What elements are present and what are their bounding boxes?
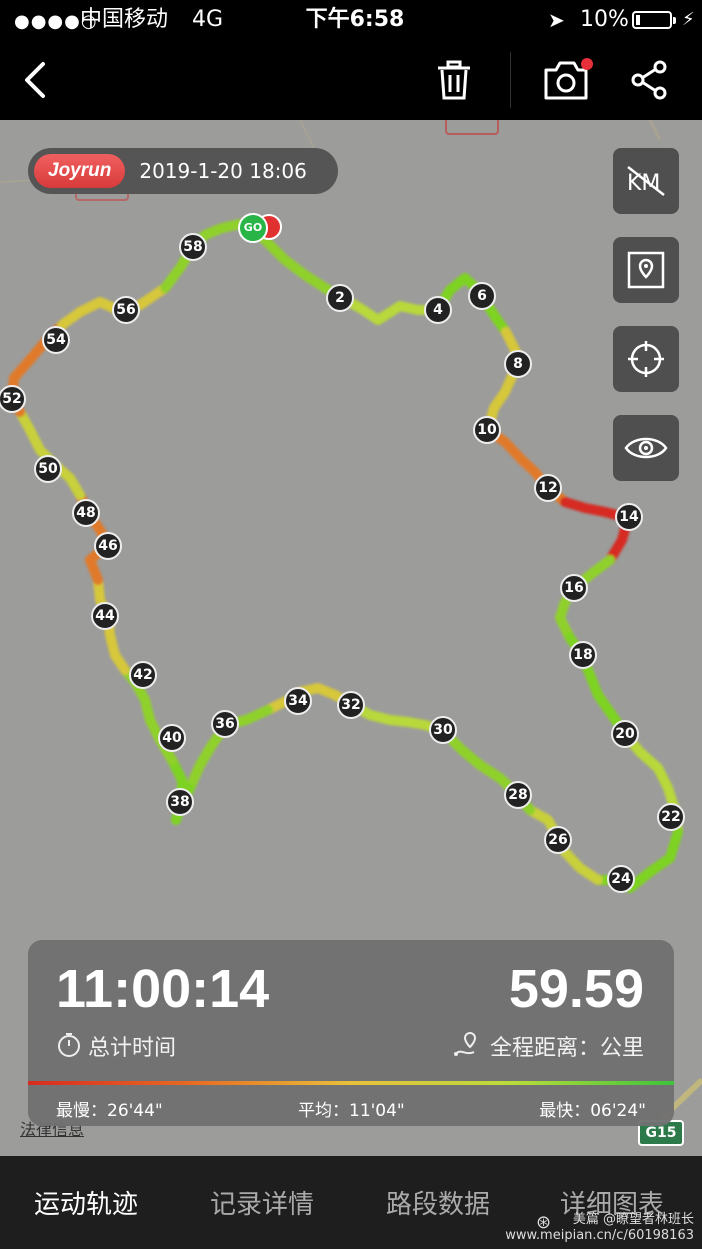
tab-track[interactable]: 运动轨迹 [34, 1184, 138, 1221]
km-marker: 54 [42, 326, 70, 354]
route-pin-icon [454, 1031, 477, 1056]
km-marker: 50 [34, 455, 62, 483]
km-marker: 46 [94, 532, 122, 560]
top-toolbar [0, 40, 702, 120]
share-icon [631, 60, 667, 100]
visibility-button[interactable] [613, 415, 679, 481]
km-marker: 12 [534, 474, 562, 502]
start-marker: GO [238, 213, 268, 243]
brand-logo: Joyrun [34, 154, 126, 188]
delete-button[interactable] [424, 50, 484, 110]
km-marker: 40 [158, 724, 186, 752]
camera-icon [544, 58, 593, 100]
route-segment [483, 327, 521, 435]
network-type: 4G [192, 7, 224, 32]
km-marker: 42 [129, 661, 157, 689]
watermark-line-2: www.meipian.cn/c/60198163 [505, 1228, 694, 1243]
km-marker: 14 [615, 503, 643, 531]
km-marker: 8 [504, 350, 532, 378]
locate-icon [628, 341, 664, 377]
km-marker: 44 [91, 602, 119, 630]
km-marker: 30 [429, 716, 457, 744]
km-marker: 16 [560, 574, 588, 602]
map-style-button[interactable] [613, 237, 679, 303]
km-marker: 36 [211, 710, 239, 738]
km-marker: 22 [657, 803, 685, 831]
km-marker: 10 [473, 416, 501, 444]
share-button[interactable] [620, 50, 680, 110]
total-distance: 59.59 [508, 959, 644, 1019]
slowest-pace: 最慢：26'44" [56, 1101, 163, 1121]
battery-percent: 10% [580, 7, 629, 32]
km-marker: 56 [112, 296, 140, 324]
locate-button[interactable] [613, 326, 679, 392]
duration-label: 总计时间 [88, 1036, 177, 1061]
eye-icon [624, 437, 668, 459]
trash-icon [438, 60, 470, 100]
run-datetime: 2019-1-20 18:06 [139, 159, 307, 183]
charging-icon: ⚡ [682, 9, 695, 30]
back-button[interactable] [6, 50, 66, 110]
watermark-line-1: 美篇 @瞭望者林班长 [572, 1212, 694, 1227]
tab-splits[interactable]: 路段数据 [386, 1184, 490, 1221]
total-duration: 11:00:14 [56, 959, 270, 1019]
km-marker: 4 [424, 296, 452, 324]
bottom-tab-bar: 运动轨迹 记录详情 路段数据 详细图表 ⊛ 美篇 @瞭望者林班长 www.mei… [0, 1156, 702, 1249]
km-marker: 38 [166, 788, 194, 816]
distance-label: 全程距离：公里 [489, 1036, 644, 1061]
km-marker: 20 [611, 720, 639, 748]
stats-card: 11:00:14 59.59 总计时间 全程距离：公里 最慢：26'44" 平均… [28, 940, 674, 1126]
km-marker: 26 [544, 826, 572, 854]
camera-button[interactable] [538, 50, 598, 110]
km-toggle-icon: KM [627, 166, 665, 196]
map-style-icon [627, 251, 665, 289]
chevron-left-icon [25, 62, 45, 98]
km-marker: 6 [468, 282, 496, 310]
pace-color-scale [28, 1081, 674, 1085]
run-date-pill: Joyrun 2019-1-20 18:06 [28, 148, 338, 194]
km-marker: 48 [72, 499, 100, 527]
status-bar: ●●●●○ 中国移动 4G 下午6:58 ➤ 10% ⚡ [0, 0, 702, 40]
battery-icon [632, 11, 676, 29]
km-toggle-button[interactable]: KM [613, 148, 679, 214]
stopwatch-icon [58, 1033, 80, 1057]
km-marker: 32 [337, 691, 365, 719]
toolbar-divider [510, 52, 511, 108]
km-marker: 34 [284, 687, 312, 715]
average-pace: 平均：11'04" [298, 1101, 405, 1121]
km-marker: 2 [326, 284, 354, 312]
carrier-name: 中国移动 [80, 7, 169, 32]
km-marker: 24 [607, 865, 635, 893]
km-marker: 58 [179, 233, 207, 261]
svg-text:KM: KM [627, 171, 660, 196]
watermark: 美篇 @瞭望者林班长 www.meipian.cn/c/60198163 [505, 1212, 694, 1244]
clock: 下午6:58 [305, 7, 405, 32]
tab-details[interactable]: 记录详情 [210, 1184, 314, 1221]
km-marker: 28 [504, 781, 532, 809]
km-marker: 18 [569, 641, 597, 669]
fastest-pace: 最快：06'24" [539, 1101, 646, 1121]
location-arrow-icon: ➤ [548, 8, 565, 32]
